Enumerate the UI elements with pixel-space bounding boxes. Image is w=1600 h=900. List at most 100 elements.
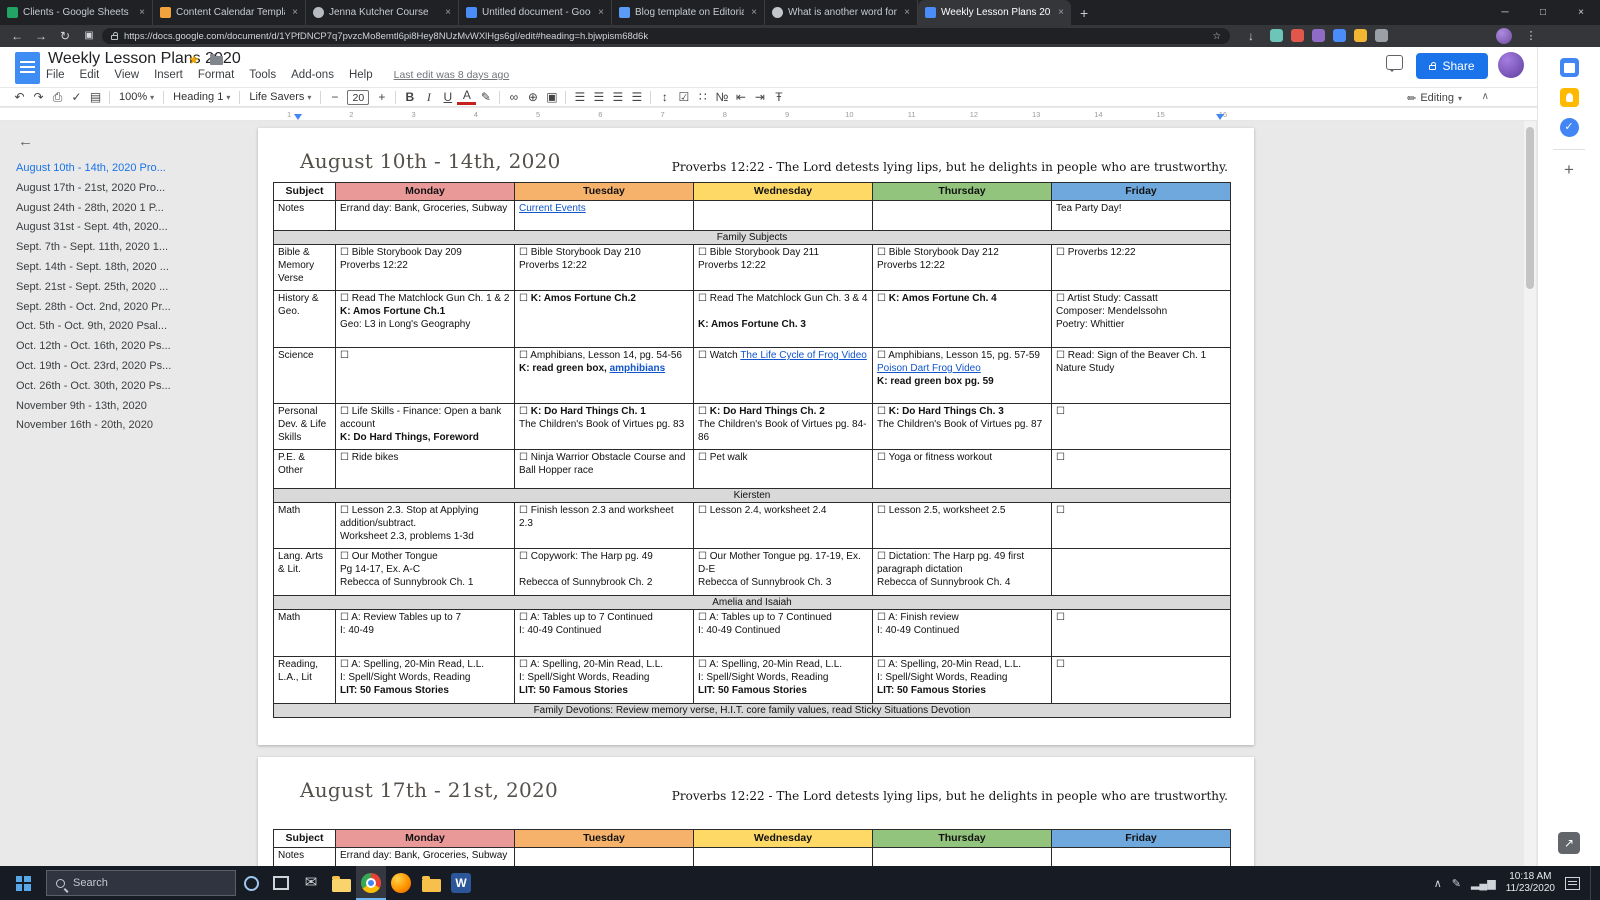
lesson-cell[interactable] [693, 200, 873, 231]
window-maximize-button[interactable]: □ [1524, 0, 1562, 25]
lesson-cell[interactable]: ☐ Ride bikes [335, 449, 515, 489]
outline-item[interactable]: August 10th - 14th, 2020 Pro... [16, 159, 244, 179]
subject-cell[interactable]: P.E. & Other [273, 449, 336, 489]
outline-item[interactable]: August 31st - Sept. 4th, 2020... [16, 218, 244, 238]
font-size-decrease-icon[interactable]: − [325, 88, 344, 106]
right-indent-marker[interactable] [1216, 114, 1224, 120]
reload-icon[interactable]: ↻ [54, 25, 76, 47]
extension-icon[interactable] [1291, 29, 1304, 42]
lesson-cell[interactable]: ☐ A: Spelling, 20-Min Read, L.L. I: Spell… [335, 656, 515, 704]
share-button[interactable]: Share [1416, 53, 1488, 79]
undo-icon[interactable]: ↶ [10, 88, 29, 106]
editing-mode-select[interactable]: ✏ Editing ▾ [1407, 88, 1462, 108]
lesson-cell[interactable]: Errand day: Bank, Groceries, Subway [335, 200, 515, 231]
lesson-cell[interactable]: ☐ [1051, 403, 1231, 450]
subject-cell[interactable]: Math [273, 609, 336, 657]
vertical-scrollbar[interactable] [1524, 121, 1536, 866]
outline-item[interactable]: Sept. 28th - Oct. 2nd, 2020 Pr... [16, 298, 244, 318]
lesson-cell[interactable]: ☐ Artist Study: Cassatt Composer: Mendels… [1051, 290, 1231, 348]
lesson-cell[interactable]: ☐ K: Amos Fortune Ch. 4 [872, 290, 1052, 348]
lesson-cell[interactable]: ☐ [1051, 609, 1231, 657]
keep-icon[interactable] [1559, 88, 1579, 107]
doc-link[interactable]: The Life Cycle of Frog Video [740, 350, 867, 361]
left-indent-marker[interactable] [294, 114, 302, 120]
url-text[interactable]: https://docs.google.com/document/d/1YPfD… [124, 31, 1206, 42]
download-icon[interactable]: ↓ [1240, 25, 1262, 47]
menu-format[interactable]: Format [198, 69, 234, 81]
menu-help[interactable]: Help [349, 69, 373, 81]
outline-item[interactable]: Oct. 26th - Oct. 30th, 2020 Ps... [16, 377, 244, 397]
line-spacing-icon[interactable]: ↕ [655, 88, 674, 106]
subject-cell[interactable]: Personal Dev. & Life Skills [273, 403, 336, 450]
outline-item[interactable]: Oct. 12th - Oct. 16th, 2020 Ps... [16, 337, 244, 357]
bold-icon[interactable]: B [400, 88, 419, 106]
lesson-cell[interactable]: ☐ Lesson 2.4, worksheet 2.4 [693, 502, 873, 549]
lesson-cell[interactable]: Tea Party Day! [1051, 200, 1231, 231]
lesson-cell[interactable]: ☐ K: Do Hard Things Ch. 2 The Children's … [693, 403, 873, 450]
explore-icon[interactable]: ↗ [1558, 832, 1580, 854]
section-banner-cell[interactable]: Kiersten [273, 488, 1231, 503]
network-icon[interactable]: ▂▄▆ [1471, 877, 1496, 890]
menu-insert[interactable]: Insert [154, 69, 183, 81]
word-taskbar-icon[interactable] [446, 866, 476, 900]
align-right-icon[interactable]: ☰ [608, 88, 627, 106]
bookmark-star-icon[interactable]: ☆ [1212, 31, 1221, 42]
lesson-cell[interactable]: ☐ Read The Matchlock Gun Ch. 1 & 2 K: Amo… [335, 290, 515, 348]
lesson-cell[interactable] [1051, 847, 1231, 866]
insert-link-icon[interactable]: ∞ [504, 88, 523, 106]
menu-edit[interactable]: Edit [80, 69, 100, 81]
doc-link[interactable]: Current Events [519, 203, 586, 214]
paint-format-icon[interactable]: ▤ [86, 88, 105, 106]
folder-taskbar-icon[interactable] [416, 866, 446, 900]
forward-icon[interactable]: → [30, 25, 52, 47]
add-comment-icon[interactable]: ⊕ [523, 88, 542, 106]
day-header-cell[interactable]: Wednesday [693, 829, 873, 848]
tab-close-icon[interactable]: × [596, 7, 604, 18]
outline-item[interactable]: Sept. 7th - Sept. 11th, 2020 1... [16, 238, 244, 258]
star-icon[interactable]: ★ [188, 52, 200, 68]
close-outline-icon[interactable]: ← [18, 133, 33, 150]
menu-add-ons[interactable]: Add-ons [291, 69, 334, 81]
tab-close-icon[interactable]: × [749, 7, 757, 18]
browser-tab[interactable]: Weekly Lesson Plans 2020 - Go × [918, 0, 1071, 25]
day-header-cell[interactable]: Monday [335, 829, 515, 848]
subject-cell[interactable]: Bible & Memory Verse [273, 244, 336, 291]
lesson-cell[interactable]: ☐ K: Do Hard Things Ch. 1 The Children's … [514, 403, 694, 450]
lesson-cell[interactable]: ☐ [1051, 502, 1231, 549]
lesson-cell[interactable]: ☐ Ninja Warrior Obstacle Course and Ball… [514, 449, 694, 489]
docs-logo-icon[interactable] [15, 52, 40, 84]
show-desktop-button[interactable] [1590, 866, 1594, 900]
outdent-icon[interactable]: ⇤ [731, 88, 750, 106]
outline-item[interactable]: November 16th - 20th, 2020 [16, 416, 244, 436]
indent-icon[interactable]: ⇥ [750, 88, 769, 106]
account-avatar[interactable] [1498, 52, 1524, 78]
align-left-icon[interactable]: ☰ [570, 88, 589, 106]
underline-icon[interactable]: U [438, 88, 457, 106]
lesson-cell[interactable]: ☐ A: Tables up to 7 Continued I: 40-49 Co… [514, 609, 694, 657]
lesson-cell[interactable] [872, 847, 1052, 866]
lesson-cell[interactable]: ☐ Read: Sign of the Beaver Ch. 1 Nature S… [1051, 347, 1231, 404]
subject-cell[interactable]: Notes [273, 200, 336, 231]
padlock-icon[interactable] [111, 31, 118, 40]
lesson-cell[interactable]: ☐ A: Review Tables up to 7 I: 40-49 [335, 609, 515, 657]
lesson-cell[interactable]: ☐ Dictation: The Harp pg. 49 first parag… [872, 548, 1052, 596]
redo-icon[interactable]: ↷ [29, 88, 48, 106]
print-icon[interactable]: ⎙ [48, 88, 67, 106]
section-banner-cell[interactable]: Amelia and Isaiah [273, 595, 1231, 610]
day-header-cell[interactable]: Tuesday [514, 829, 694, 848]
pen-icon[interactable]: ✎ [1452, 877, 1461, 890]
lesson-cell[interactable] [693, 847, 873, 866]
menu-view[interactable]: View [114, 69, 139, 81]
lesson-cell[interactable]: ☐ [1051, 449, 1231, 489]
outline-item[interactable]: Oct. 5th - Oct. 9th, 2020 Psal... [16, 317, 244, 337]
lesson-cell[interactable]: ☐ Finish lesson 2.3 and worksheet 2.3 [514, 502, 694, 549]
font-size-input[interactable]: 20 [347, 89, 370, 105]
section-banner-cell[interactable]: Family Subjects [273, 230, 1231, 245]
lesson-cell[interactable]: ☐ Lesson 2.3. Stop at Applying addition/… [335, 502, 515, 549]
day-header-cell[interactable]: Wednesday [693, 182, 873, 201]
lesson-cell[interactable]: ☐ A: Spelling, 20-Min Read, L.L. I: Spell… [514, 656, 694, 704]
shield-extension-icon[interactable]: ▣ [78, 25, 100, 47]
get-addons-icon[interactable]: + [1538, 160, 1600, 180]
extension-icon[interactable] [1270, 29, 1283, 42]
back-icon[interactable]: ← [6, 25, 28, 47]
